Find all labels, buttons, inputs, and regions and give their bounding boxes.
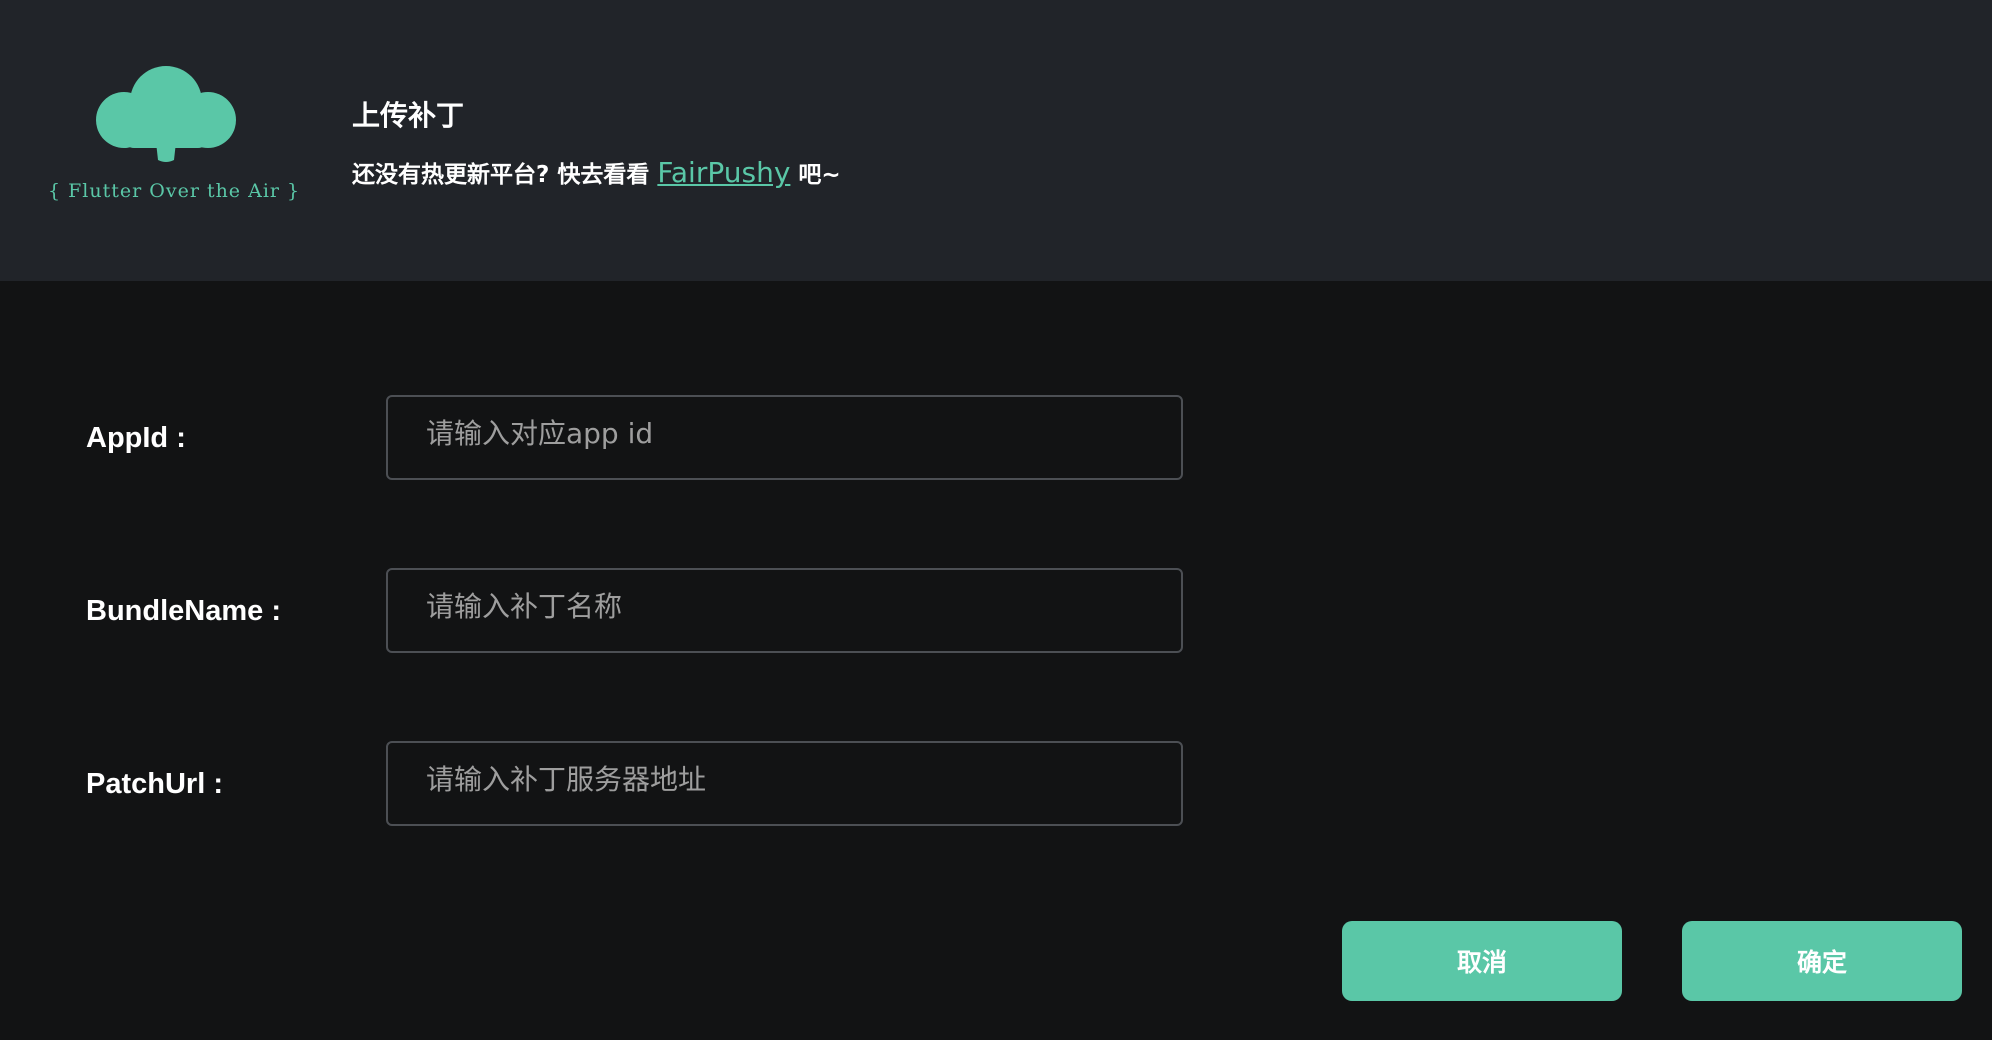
bundle-name-input[interactable]	[386, 568, 1183, 653]
appid-input[interactable]	[386, 395, 1183, 480]
page-subtitle: 还没有热更新平台? 快去看看 FairPushy 吧~	[352, 155, 841, 193]
page-title: 上传补丁	[352, 99, 465, 132]
patch-url-label: PatchUrl :	[86, 768, 223, 800]
logo-text: { Flutter Over the Air }	[48, 180, 301, 202]
app-logo: { Flutter Over the Air }	[48, 62, 301, 212]
subtitle-suffix: 吧~	[790, 162, 841, 188]
patch-url-input[interactable]	[386, 741, 1183, 826]
bundle-name-label: BundleName :	[86, 595, 281, 627]
page-header: { Flutter Over the Air } 上传补丁 还没有热更新平台? …	[0, 0, 1992, 281]
confirm-button[interactable]: 确定	[1682, 921, 1962, 1001]
fairpushy-link[interactable]: FairPushy	[657, 156, 790, 189]
cancel-button[interactable]: 取消	[1342, 921, 1622, 1001]
subtitle-prefix: 还没有热更新平台? 快去看看	[352, 162, 658, 188]
appid-label: AppId :	[86, 422, 186, 454]
cloud-tree-logo-icon	[96, 66, 236, 162]
